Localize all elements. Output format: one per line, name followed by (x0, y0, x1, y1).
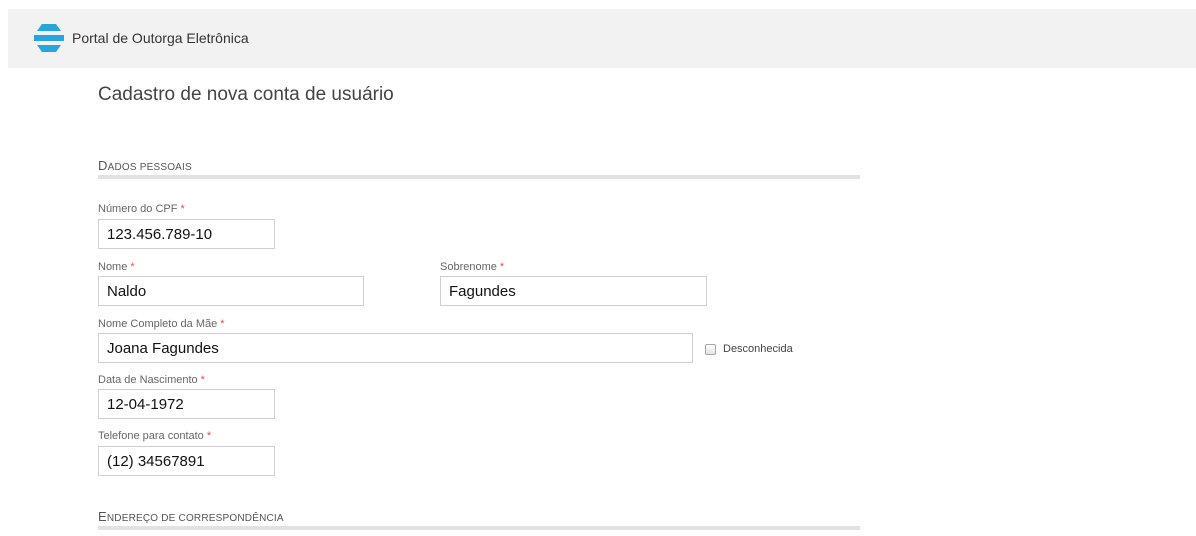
page-title: Cadastro de nova conta de usuário (98, 84, 394, 105)
required-asterisk: * (180, 203, 185, 215)
nome-input[interactable] (98, 276, 364, 306)
section-heading-address: Endereço de correspondência (98, 509, 284, 524)
desconhecida-checkbox[interactable]: Desconhecida (705, 343, 793, 355)
portal-logo-icon[interactable] (32, 21, 66, 55)
section-heading-address-text: Endereço de correspondência (98, 509, 284, 524)
nome-label-text: Nome (98, 261, 128, 273)
nascimento-label-text: Data de Nascimento (98, 374, 198, 386)
nascimento-label: Data de Nascimento * (98, 374, 205, 386)
checkbox-box[interactable] (705, 343, 716, 355)
mae-label-text: Nome Completo da Mãe (98, 318, 218, 330)
required-asterisk: * (206, 430, 212, 442)
section-heading-personal-text: Dados pessoais (98, 158, 192, 173)
sobrenome-label-text: Sobrenome (440, 261, 497, 273)
telefone-label: Telefone para contato * (98, 430, 211, 442)
section-divider (98, 526, 860, 530)
mother-name-input[interactable] (98, 333, 693, 363)
telefone-label-text: Telefone para contato (98, 430, 204, 442)
nome-label: Nome * (98, 261, 135, 273)
section-heading-personal: Dados pessoais (98, 158, 192, 173)
cpf-label: Número do CPF * (98, 203, 185, 215)
required-asterisk: * (499, 261, 505, 273)
phone-input[interactable] (98, 446, 275, 476)
birth-date-input[interactable] (98, 389, 275, 419)
required-asterisk: * (200, 374, 205, 386)
sobrenome-input[interactable] (440, 276, 707, 306)
required-asterisk: * (130, 261, 135, 273)
mae-label: Nome Completo da Mãe * (98, 318, 225, 330)
sobrenome-label: Sobrenome * (440, 261, 504, 273)
desconhecida-label[interactable]: Desconhecida (723, 343, 793, 355)
cpf-label-text: Número do CPF (98, 203, 178, 215)
section-divider (98, 175, 860, 179)
app-title[interactable]: Portal de Outorga Eletrônica (72, 30, 249, 46)
top-bar: Portal de Outorga Eletrônica (8, 9, 1196, 68)
required-asterisk: * (220, 318, 225, 330)
cpf-input[interactable] (98, 219, 275, 249)
